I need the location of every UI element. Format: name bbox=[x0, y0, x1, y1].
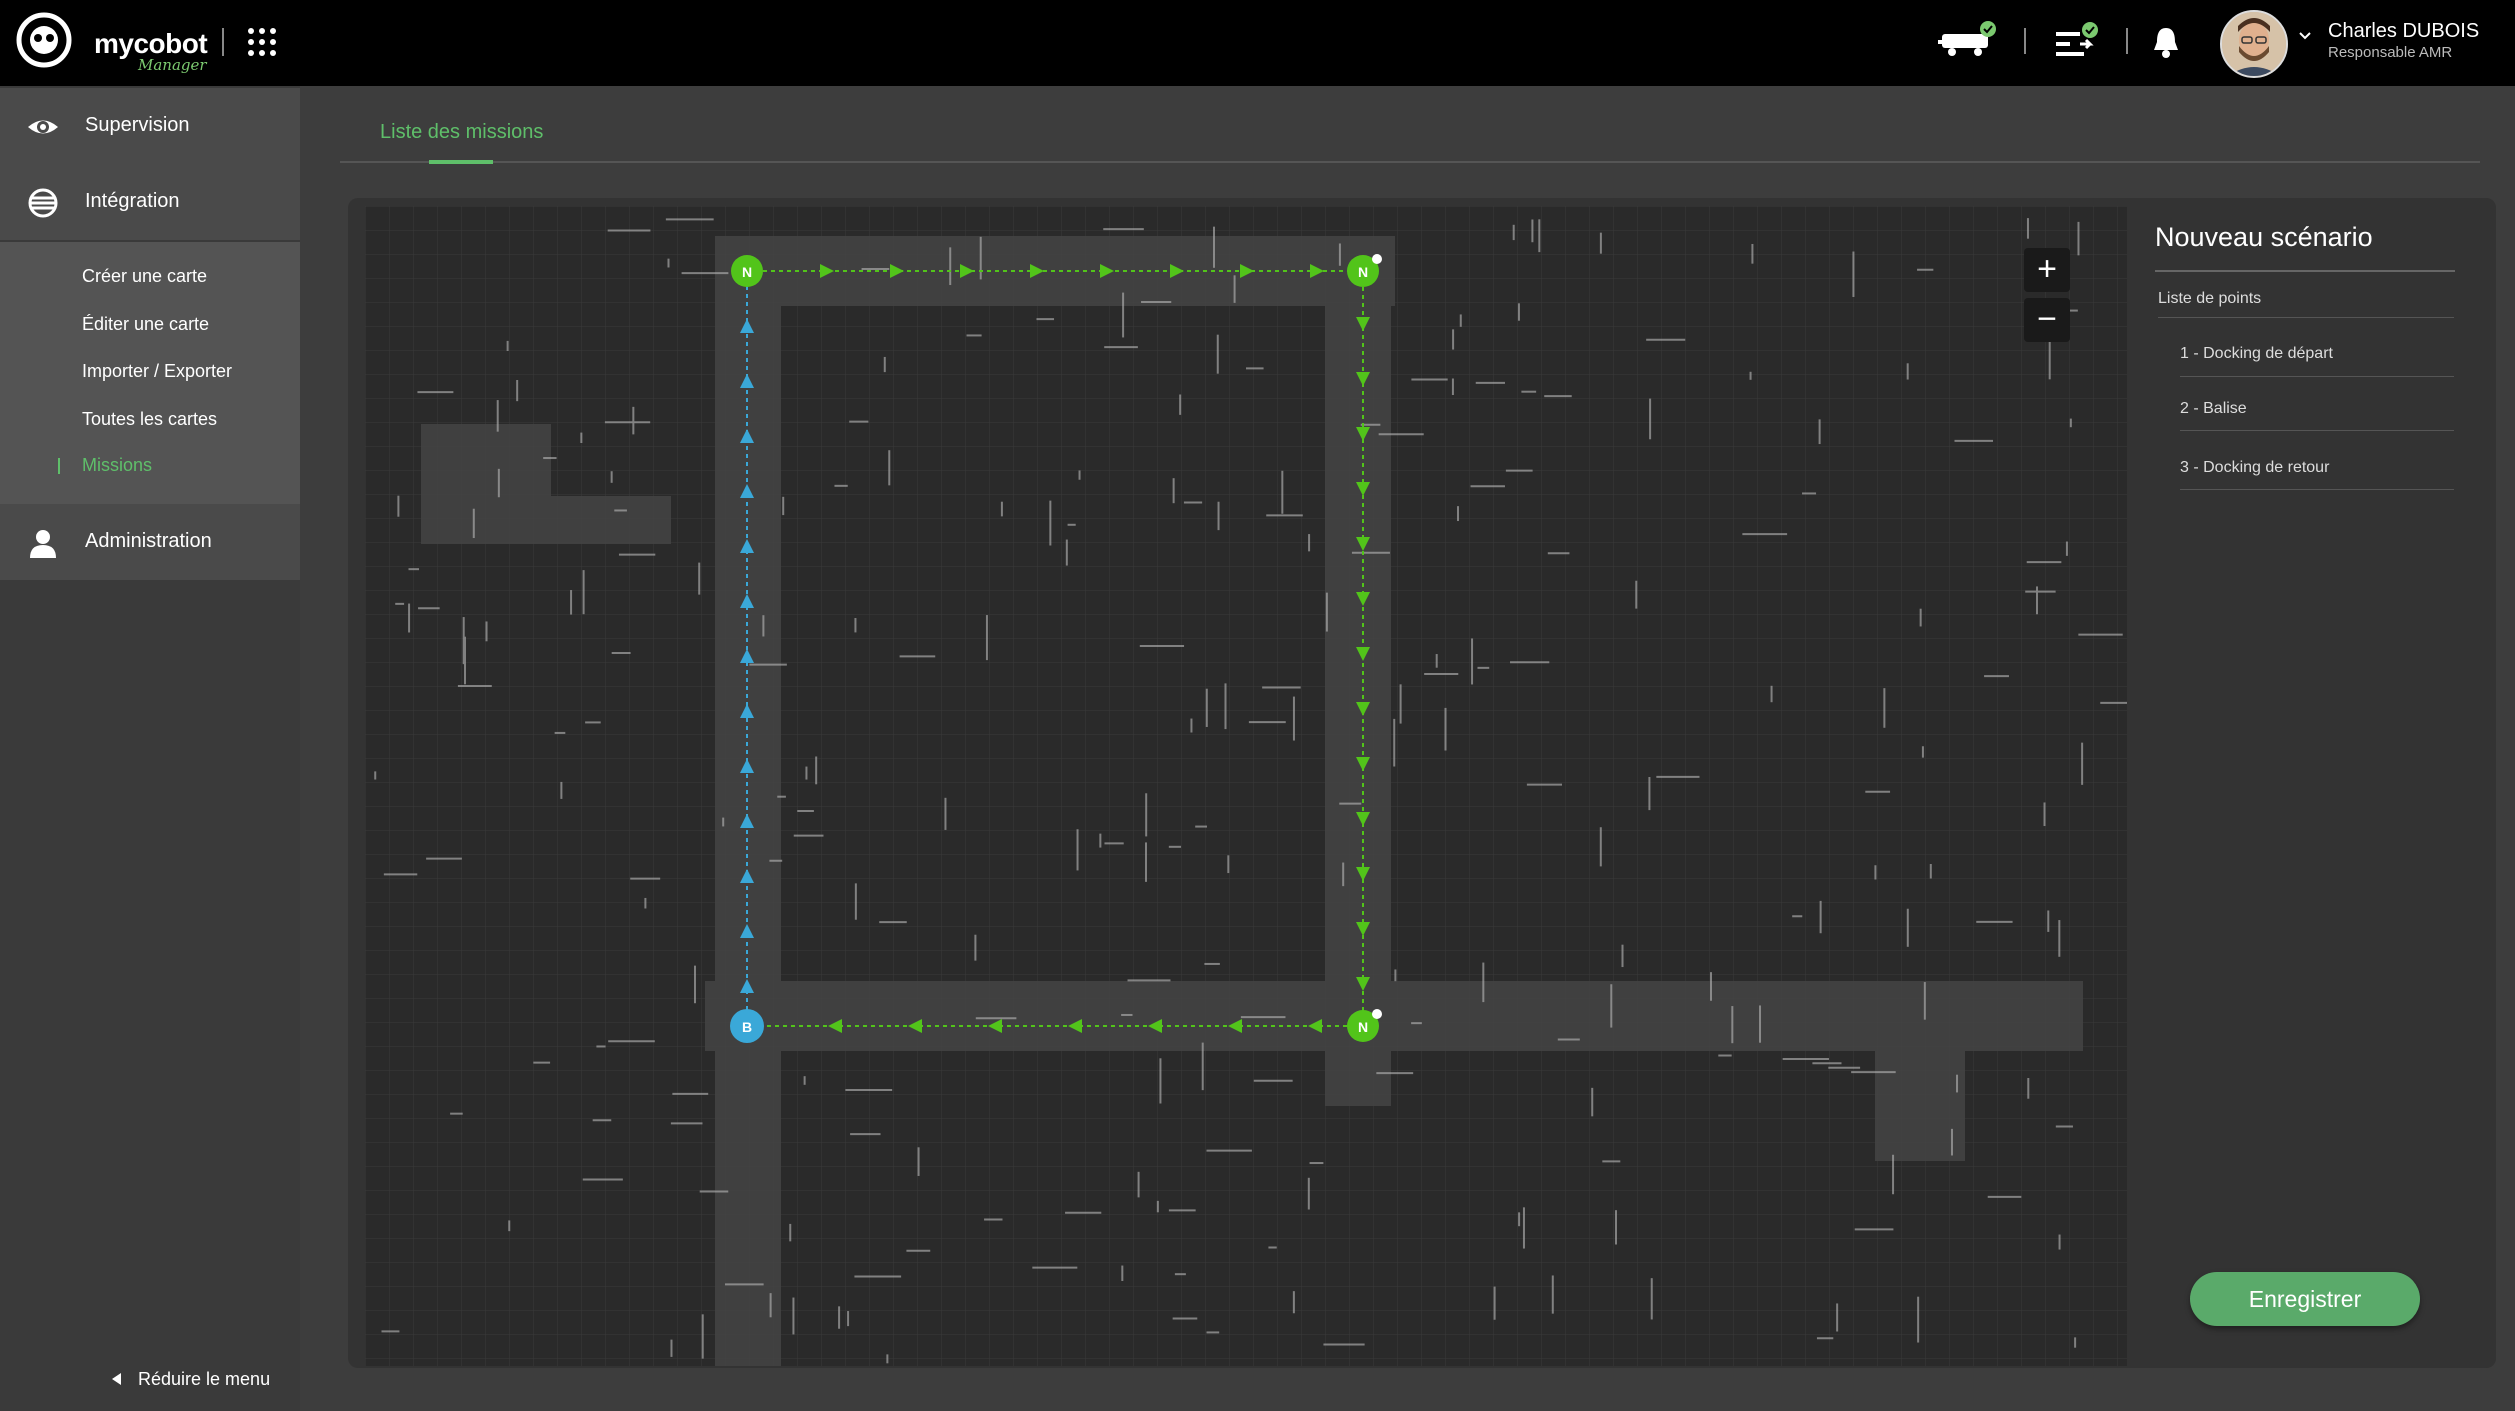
map-marker-b[interactable]: B bbox=[730, 1009, 764, 1043]
user-name[interactable]: Charles DUBOIS bbox=[2328, 20, 2479, 43]
sidebar-item-administration[interactable]: Administration bbox=[0, 504, 300, 580]
logo-subtitle: Manager bbox=[138, 56, 207, 74]
submenu-item-creer-carte[interactable]: Créer une carte bbox=[82, 266, 207, 287]
tab-liste-missions[interactable]: Liste des missions bbox=[380, 121, 543, 144]
point-item[interactable]: 2 - Balise bbox=[2180, 400, 2247, 418]
submenu-item-toutes-cartes[interactable]: Toutes les cartes bbox=[82, 409, 217, 430]
divider bbox=[2180, 430, 2454, 431]
sidebar-item-label: Intégration bbox=[85, 190, 180, 212]
eye-icon bbox=[28, 120, 58, 134]
chevron-down-icon[interactable] bbox=[2298, 30, 2312, 42]
mycobot-logo[interactable]: mycobot Manager bbox=[16, 12, 208, 74]
point-item[interactable]: 3 - Docking de retour bbox=[2180, 459, 2329, 477]
divider bbox=[2155, 270, 2455, 272]
divider bbox=[2158, 317, 2454, 318]
bell-icon[interactable] bbox=[2152, 26, 2180, 60]
collapse-arrow-icon[interactable] bbox=[112, 1373, 121, 1385]
svg-text:N: N bbox=[1358, 1019, 1368, 1035]
active-indicator bbox=[58, 458, 60, 474]
sidebar-item-label: Supervision bbox=[85, 114, 190, 136]
robot-status-icon[interactable] bbox=[1938, 20, 2000, 60]
point-item[interactable]: 1 - Docking de départ bbox=[2180, 345, 2333, 363]
svg-text:B: B bbox=[742, 1019, 752, 1035]
sidebar-item-label: Administration bbox=[85, 530, 212, 552]
zoom-out-button[interactable]: − bbox=[2024, 298, 2070, 342]
svg-text:N: N bbox=[742, 264, 752, 280]
divider bbox=[2180, 489, 2454, 490]
map-canvas[interactable]: N N N B bbox=[365, 206, 2127, 1366]
save-button[interactable]: Enregistrer bbox=[2190, 1272, 2420, 1326]
map-marker-n[interactable]: N bbox=[731, 255, 763, 287]
divider bbox=[2024, 28, 2026, 54]
zoom-in-button[interactable]: + bbox=[2024, 248, 2070, 292]
divider bbox=[2126, 28, 2128, 54]
apps-grid-icon[interactable] bbox=[246, 26, 278, 58]
tab-active-indicator bbox=[429, 160, 493, 164]
top-bar: mycobot Manager Charles DUBOIS Responsab… bbox=[0, 0, 2515, 86]
divider bbox=[222, 28, 224, 56]
submenu-item-editer-carte[interactable]: Éditer une carte bbox=[82, 314, 209, 335]
svg-text:N: N bbox=[1358, 264, 1368, 280]
submenu-item-importer-exporter[interactable]: Importer / Exporter bbox=[82, 361, 232, 382]
panel-title: Nouveau scénario bbox=[2155, 222, 2373, 252]
reduce-menu-button[interactable]: Réduire le menu bbox=[138, 1369, 270, 1390]
robot-face-icon bbox=[16, 12, 72, 68]
divider bbox=[2180, 376, 2454, 377]
sidebar-item-supervision[interactable]: Supervision bbox=[0, 88, 300, 164]
avatar[interactable] bbox=[2220, 10, 2288, 78]
points-list-label: Liste de points bbox=[2158, 290, 2262, 307]
tab-divider bbox=[340, 161, 2480, 163]
mission-status-icon[interactable] bbox=[2052, 20, 2102, 64]
scenario-panel bbox=[2127, 198, 2496, 1368]
user-icon bbox=[30, 530, 56, 558]
sidebar-item-integration[interactable]: Intégration bbox=[0, 164, 300, 240]
user-role: Responsable AMR bbox=[2328, 44, 2453, 61]
submenu-item-missions[interactable]: Missions bbox=[82, 455, 152, 476]
layers-icon bbox=[28, 188, 58, 218]
